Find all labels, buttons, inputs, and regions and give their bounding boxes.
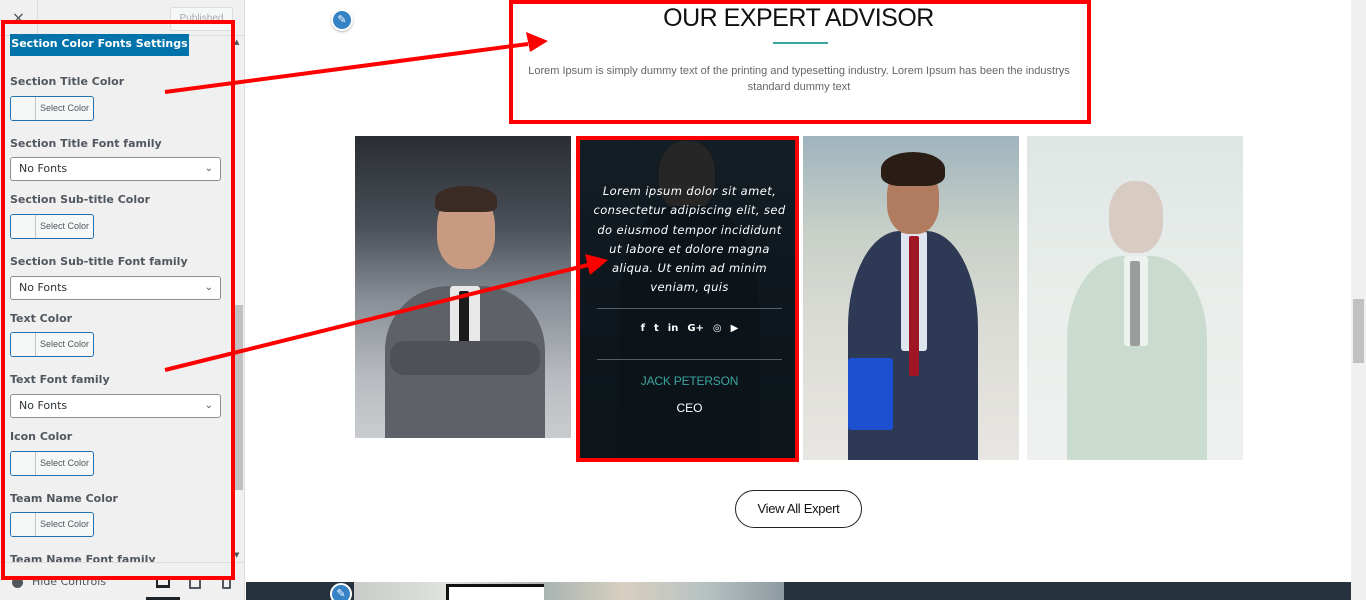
team-member-name: JACK PETERSON: [640, 374, 739, 388]
section-title: OUR EXPERT ADVISOR: [663, 4, 934, 32]
icon-color-picker[interactable]: Select Color: [10, 451, 94, 476]
title-underline: [773, 42, 828, 44]
customizer-controls: Section Color Fonts Settings Section Tit…: [0, 34, 233, 562]
section-color-fonts-settings-button[interactable]: Section Color Fonts Settings: [10, 34, 189, 56]
close-icon[interactable]: ×: [0, 0, 38, 36]
team-member-photo: [355, 136, 571, 438]
photo-face: [1109, 181, 1163, 253]
customizer-sidebar: × Published Section Color Fonts Settings…: [0, 0, 245, 600]
control-label: Team Name Color: [10, 492, 118, 505]
text-color-picker[interactable]: Select Color: [10, 332, 94, 357]
mobile-preview-icon[interactable]: [222, 576, 231, 589]
customizer-header: × Published: [0, 0, 244, 36]
next-section-image: [544, 582, 784, 600]
chevron-down-icon: ⌄: [204, 163, 213, 174]
divider: [597, 308, 782, 309]
photo-arms: [390, 341, 540, 375]
next-section-image-laptop: [446, 584, 544, 600]
control-label: Section Sub-title Font family: [10, 255, 188, 268]
site-preview: ✎ OUR EXPERT ADVISOR Lorem Ipsum is simp…: [246, 0, 1351, 600]
preview-scrollbar-thumb[interactable]: [1353, 299, 1364, 363]
edit-shortcut-pencil-icon[interactable]: ✎: [330, 583, 352, 600]
chevron-down-icon: ⌄: [204, 282, 213, 293]
team-card[interactable]: [355, 136, 571, 438]
divider: [597, 359, 782, 360]
section-subtitle-font-select[interactable]: No Fonts ⌄: [10, 276, 221, 300]
team-card-hovered[interactable]: Lorem ipsum dolor sit amet, consectetur …: [579, 136, 795, 460]
select-value: No Fonts: [19, 281, 68, 294]
google-plus-icon[interactable]: G+: [687, 323, 704, 334]
view-all-expert-button[interactable]: View All Expert: [735, 490, 862, 528]
select-color-label: Select Color: [39, 103, 90, 113]
team-card[interactable]: [803, 136, 1019, 460]
color-swatch: [11, 333, 36, 356]
publish-button[interactable]: Published: [170, 7, 233, 31]
section-subtitle-color-picker[interactable]: Select Color: [10, 214, 94, 239]
color-swatch: [11, 452, 36, 475]
select-color-label: Select Color: [39, 458, 90, 468]
select-value: No Fonts: [19, 399, 68, 412]
team-description: Lorem ipsum dolor sit amet, consectetur …: [593, 184, 786, 295]
control-label: Section Sub-title Color: [10, 193, 151, 206]
scroll-up-icon[interactable]: ▲: [234, 38, 239, 46]
select-color-label: Select Color: [39, 221, 90, 231]
color-swatch: [11, 215, 36, 238]
facebook-icon[interactable]: f: [641, 323, 645, 334]
team-member-photo: [1027, 136, 1243, 460]
color-swatch: [11, 513, 36, 536]
twitter-icon[interactable]: t: [654, 323, 659, 334]
control-label: Text Font family: [10, 373, 110, 386]
team-member-role: CEO: [676, 401, 703, 415]
color-swatch: [11, 97, 36, 120]
control-label: Section Title Font family: [10, 137, 162, 150]
scroll-down-icon[interactable]: ▼: [234, 551, 239, 559]
section-title-font-select[interactable]: No Fonts ⌄: [10, 157, 221, 181]
team-card[interactable]: [1027, 136, 1243, 460]
text-font-select[interactable]: No Fonts ⌄: [10, 394, 221, 418]
team-member-photo: [803, 136, 1019, 460]
control-label: Icon Color: [10, 430, 73, 443]
team-name-color-picker[interactable]: Select Color: [10, 512, 94, 537]
section-subtitle: Lorem Ipsum is simply dummy text of the …: [528, 65, 1070, 93]
customizer-footer: Hide Controls: [0, 562, 244, 600]
chevron-down-icon: ⌄: [204, 400, 213, 411]
select-value: No Fonts: [19, 162, 68, 175]
control-label: Team Name Font family: [10, 553, 156, 562]
control-label: Text Color: [10, 312, 73, 325]
desktop-preview-icon[interactable]: [156, 576, 170, 588]
social-links: f t in G+ ◎ ▶: [579, 323, 795, 334]
instagram-icon[interactable]: ◎: [713, 323, 722, 334]
select-color-label: Select Color: [39, 519, 90, 529]
hide-controls-icon[interactable]: [12, 577, 23, 588]
section-title-color-picker[interactable]: Select Color: [10, 96, 94, 121]
select-color-label: Select Color: [39, 339, 90, 349]
youtube-icon[interactable]: ▶: [731, 323, 739, 334]
photo-tie: [909, 236, 919, 376]
sidebar-scrollbar-thumb[interactable]: [235, 305, 243, 490]
photo-folder: [848, 358, 893, 430]
hide-controls-button[interactable]: Hide Controls: [32, 575, 106, 588]
photo-hair: [435, 186, 497, 212]
photo-tie: [1130, 261, 1140, 346]
linkedin-icon[interactable]: in: [668, 323, 679, 334]
control-label: Section Title Color: [10, 75, 125, 88]
photo-hair: [881, 152, 945, 186]
tablet-preview-icon[interactable]: [189, 576, 201, 589]
